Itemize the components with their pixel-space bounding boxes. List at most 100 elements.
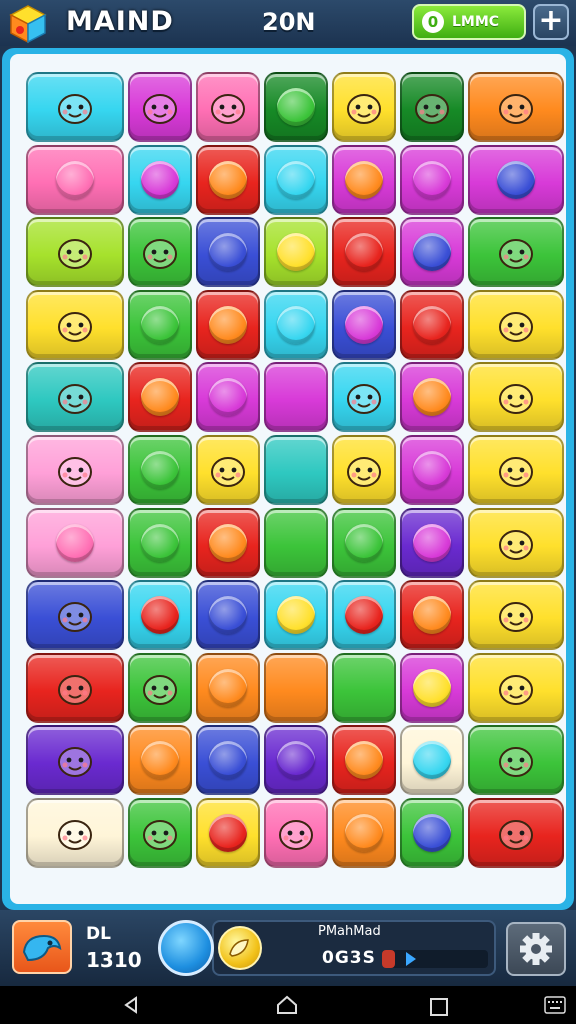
tile-r1-c7[interactable] [468, 72, 564, 142]
bear-icon [51, 304, 99, 346]
tile-r6-c6[interactable] [400, 435, 464, 505]
tile-r3-c7[interactable] [468, 217, 564, 287]
tile-r9-c4[interactable] [264, 653, 328, 723]
tile-r1-c2[interactable] [128, 72, 192, 142]
tile-r8-c7[interactable] [468, 580, 564, 650]
tile-r7-c6[interactable] [400, 508, 464, 578]
tile-r8-c6[interactable] [400, 580, 464, 650]
board-frame [2, 48, 574, 910]
tile-r3-c2[interactable] [128, 217, 192, 287]
add-coins-button[interactable]: + [533, 4, 569, 40]
tile-r11-c4[interactable] [264, 798, 328, 868]
tile-r6-c1[interactable] [26, 435, 124, 505]
tile-r10-c1[interactable] [26, 725, 124, 795]
tile-r7-c5[interactable] [332, 508, 396, 578]
cube-logo-icon[interactable] [8, 4, 48, 44]
tile-r11-c5[interactable] [332, 798, 396, 868]
lemon-icon[interactable] [218, 926, 262, 970]
tile-r8-c3[interactable] [196, 580, 260, 650]
tile-r11-c3[interactable] [196, 798, 260, 868]
tile-r10-c2[interactable] [128, 725, 192, 795]
tile-r1-c5[interactable] [332, 72, 396, 142]
tile-r1-c6[interactable] [400, 72, 464, 142]
turtle-icon [340, 449, 388, 491]
magenta-dot-icon [141, 161, 179, 199]
tile-r5-c1[interactable] [26, 362, 124, 432]
tile-r9-c7[interactable] [468, 653, 564, 723]
back-icon[interactable] [122, 996, 140, 1014]
tile-r9-c1[interactable] [26, 653, 124, 723]
tile-r9-c5[interactable] [332, 653, 396, 723]
orange-dot-icon [141, 741, 179, 779]
tile-r7-c7[interactable] [468, 508, 564, 578]
tile-r5-c5[interactable] [332, 362, 396, 432]
tile-r10-c5[interactable] [332, 725, 396, 795]
pepper-icon [492, 812, 540, 854]
tile-r9-c2[interactable] [128, 653, 192, 723]
tile-r4-c5[interactable] [332, 290, 396, 360]
tile-r7-c3[interactable] [196, 508, 260, 578]
tile-r3-c3[interactable] [196, 217, 260, 287]
tile-r11-c1[interactable] [26, 798, 124, 868]
berry-icon [492, 522, 540, 564]
tile-r2-c3[interactable] [196, 145, 260, 215]
tile-r7-c2[interactable] [128, 508, 192, 578]
tile-r10-c6[interactable] [400, 725, 464, 795]
settings-button[interactable] [506, 922, 566, 976]
tile-r8-c1[interactable] [26, 580, 124, 650]
blue-orb-icon[interactable] [158, 920, 214, 976]
tile-r8-c5[interactable] [332, 580, 396, 650]
tile-r2-c4[interactable] [264, 145, 328, 215]
tile-r4-c2[interactable] [128, 290, 192, 360]
coins-button[interactable]: 0 LMMC [412, 4, 526, 40]
blue-dot-icon [413, 233, 451, 271]
tile-r5-c7[interactable] [468, 362, 564, 432]
tile-r6-c4[interactable] [264, 435, 328, 505]
tile-r11-c6[interactable] [400, 798, 464, 868]
sun-icon [340, 376, 388, 418]
tile-r7-c1[interactable] [26, 508, 124, 578]
tile-r2-c2[interactable] [128, 145, 192, 215]
tile-r11-c7[interactable] [468, 798, 564, 868]
tile-r2-c7[interactable] [468, 145, 564, 215]
tile-r9-c3[interactable] [196, 653, 260, 723]
tile-r6-c7[interactable] [468, 435, 564, 505]
tile-r11-c2[interactable] [128, 798, 192, 868]
tile-r1-c3[interactable] [196, 72, 260, 142]
red-dot-icon [141, 596, 179, 634]
tile-r5-c2[interactable] [128, 362, 192, 432]
tile-r3-c1[interactable] [26, 217, 124, 287]
tile-r1-c4[interactable] [264, 72, 328, 142]
tile-r3-c5[interactable] [332, 217, 396, 287]
tile-r4-c3[interactable] [196, 290, 260, 360]
tile-r4-c1[interactable] [26, 290, 124, 360]
tile-r6-c3[interactable] [196, 435, 260, 505]
keyboard-icon[interactable] [544, 996, 566, 1014]
tile-r10-c4[interactable] [264, 725, 328, 795]
tile-r6-c5[interactable] [332, 435, 396, 505]
tile-r10-c7[interactable] [468, 725, 564, 795]
tile-r9-c6[interactable] [400, 653, 464, 723]
booster-button[interactable] [12, 920, 72, 974]
tile-r1-c1[interactable] [26, 72, 124, 142]
tile-r5-c4[interactable] [264, 362, 328, 432]
tile-r3-c6[interactable] [400, 217, 464, 287]
recent-apps-icon[interactable] [430, 998, 448, 1016]
tile-r5-c6[interactable] [400, 362, 464, 432]
tile-r7-c4[interactable] [264, 508, 328, 578]
tile-r8-c2[interactable] [128, 580, 192, 650]
tile-r4-c4[interactable] [264, 290, 328, 360]
tile-r10-c3[interactable] [196, 725, 260, 795]
tile-r2-c6[interactable] [400, 145, 464, 215]
tile-r2-c1[interactable] [26, 145, 124, 215]
tile-r2-c5[interactable] [332, 145, 396, 215]
tile-r5-c3[interactable] [196, 362, 260, 432]
tile-r8-c4[interactable] [264, 580, 328, 650]
tile-r4-c6[interactable] [400, 290, 464, 360]
smile-icon [51, 86, 99, 128]
tile-r6-c2[interactable] [128, 435, 192, 505]
tile-r3-c4[interactable] [264, 217, 328, 287]
tile-r4-c7[interactable] [468, 290, 564, 360]
play-icon[interactable] [406, 952, 416, 966]
home-icon[interactable] [276, 995, 298, 1015]
